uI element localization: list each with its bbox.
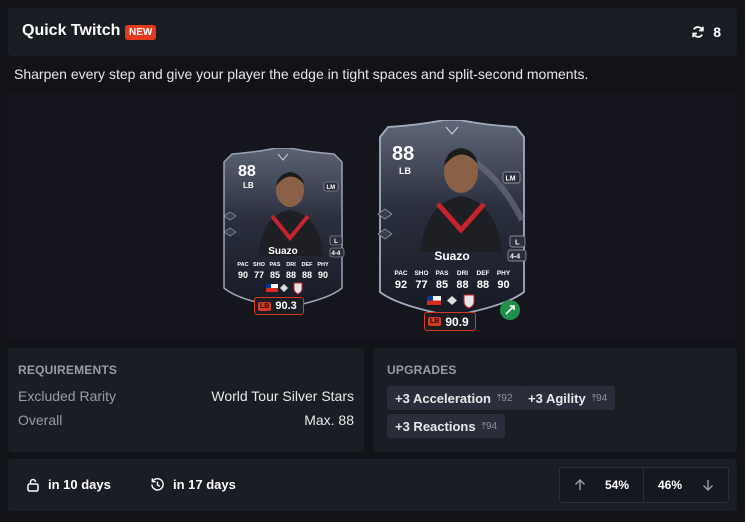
upgrades-title: UPGRADES: [387, 363, 457, 377]
player-card-after[interactable]: 88 LB LM L 4-4 Suazo PAC SHO PAS DRI DEF PHY …: [372, 120, 532, 326]
stat-label: PAC: [394, 270, 408, 277]
expiry-text: in 17 days: [173, 477, 236, 492]
stat-value: 90: [238, 270, 248, 280]
card-preview-stage: 88 LB LM L 4-4 Suazo PAC SHO PAS DRI DEF PHY …: [8, 94, 737, 340]
stat-value: 77: [254, 270, 264, 280]
upgrade-chip: +3 Acceleration ⤒92: [387, 386, 521, 410]
unlock-timer: in 10 days: [26, 477, 111, 492]
stat-label: PAS: [436, 270, 450, 277]
expiry-timer: in 17 days: [150, 477, 236, 492]
card-position: LB: [399, 166, 411, 176]
upgrade-cap: 92: [501, 392, 513, 404]
unlock-icon: [27, 478, 39, 492]
upgrade-cap: 94: [486, 420, 498, 432]
card-name: Suazo: [434, 249, 469, 263]
stat-label: DEF: [302, 262, 314, 268]
refresh-icon: [692, 26, 704, 38]
stat-value: 85: [270, 270, 280, 280]
refresh-counter[interactable]: 8: [691, 24, 721, 40]
stat-value: 88: [302, 270, 312, 280]
upgrades-panel: UPGRADES +3 Acceleration ⤒92 +3 Agility …: [373, 348, 737, 452]
upvote-percent: 54%: [604, 478, 629, 492]
unlock-text: in 10 days: [48, 477, 111, 492]
clock-history-icon: [151, 478, 164, 491]
stat-label: DRI: [286, 262, 296, 268]
stat-value: 85: [436, 279, 448, 291]
requirement-label: Excluded Rarity: [18, 388, 117, 404]
score-value: 90.3: [275, 300, 297, 312]
header-bar: Quick Twitch NEW 8: [8, 8, 737, 56]
upvote-button[interactable]: 54%: [559, 467, 644, 503]
upgrade-chip: +3 Agility ⤒94: [520, 386, 616, 410]
card-rating: 88: [392, 143, 414, 165]
requirement-value: Max. 88: [304, 412, 354, 428]
card-formation: 4-4: [510, 254, 520, 261]
requirements-panel: REQUIREMENTS Excluded Rarity World Tour …: [8, 348, 364, 452]
stat-label: SHO: [253, 262, 266, 268]
score-position: LB: [258, 301, 272, 311]
upgrade-label: +3 Reactions: [395, 418, 476, 434]
description: Sharpen every step and give your player …: [14, 66, 589, 82]
upgrade-chip: +3 Reactions ⤒94: [387, 414, 506, 438]
downvote-button[interactable]: 46%: [644, 467, 729, 503]
requirement-row: Excluded Rarity World Tour Silver Stars: [18, 388, 354, 404]
stat-value: 90: [318, 270, 328, 280]
arrow-up-icon: [575, 479, 585, 490]
card-foot: L: [515, 238, 520, 247]
player-card-before[interactable]: 88 LB LM L 4-4 Suazo PAC SHO PAS DRI DEF PHY …: [218, 148, 348, 314]
stat-value: 88: [456, 279, 468, 291]
score-position: LB: [428, 317, 442, 326]
upgrade-label: +3 Acceleration: [395, 390, 491, 406]
stat-value: 88: [286, 270, 296, 280]
requirement-label: Overall: [18, 412, 63, 428]
new-badge: NEW: [125, 25, 157, 40]
club-badge-icon: [293, 282, 303, 295]
upgrade-label: +3 Agility: [528, 390, 586, 406]
stat-label: DEF: [477, 270, 490, 277]
stat-label: SHO: [414, 270, 428, 277]
card-formation: 4-4: [332, 251, 341, 257]
score-value: 90.9: [445, 314, 469, 329]
stat-value: 92: [395, 279, 407, 291]
stat-label: DRI: [457, 270, 468, 277]
card-score-chip: LB 90.9: [424, 312, 476, 331]
upgrade-indicator-icon: [500, 300, 520, 320]
page-title: Quick Twitch: [22, 22, 121, 39]
card-score-chip: LB 90.3: [254, 297, 304, 315]
refresh-count: 8: [713, 24, 721, 40]
stat-label: PAC: [237, 262, 248, 268]
card-alt-position: LM: [506, 176, 516, 183]
stat-label: PHY: [497, 270, 511, 277]
card-rating: 88: [238, 163, 256, 180]
upgrade-cap: 94: [596, 392, 608, 404]
requirement-value: World Tour Silver Stars: [211, 388, 354, 404]
card-position: LB: [243, 181, 254, 190]
footer-bar: in 10 days in 17 days 54% 46%: [8, 459, 737, 511]
stat-label: PAS: [270, 262, 281, 268]
stat-value: 88: [477, 279, 489, 291]
arrow-down-icon: [703, 480, 713, 491]
requirement-row: Overall Max. 88: [18, 412, 354, 428]
stat-label: PHY: [317, 262, 329, 268]
card-name: Suazo: [268, 246, 297, 257]
requirements-title: REQUIREMENTS: [18, 363, 118, 377]
card-foot: L: [334, 238, 338, 245]
card-alt-position: LM: [327, 185, 336, 191]
club-badge-icon: [463, 294, 475, 309]
downvote-percent: 46%: [658, 478, 683, 492]
stat-value: 77: [415, 279, 427, 291]
stat-value: 90: [497, 279, 509, 291]
